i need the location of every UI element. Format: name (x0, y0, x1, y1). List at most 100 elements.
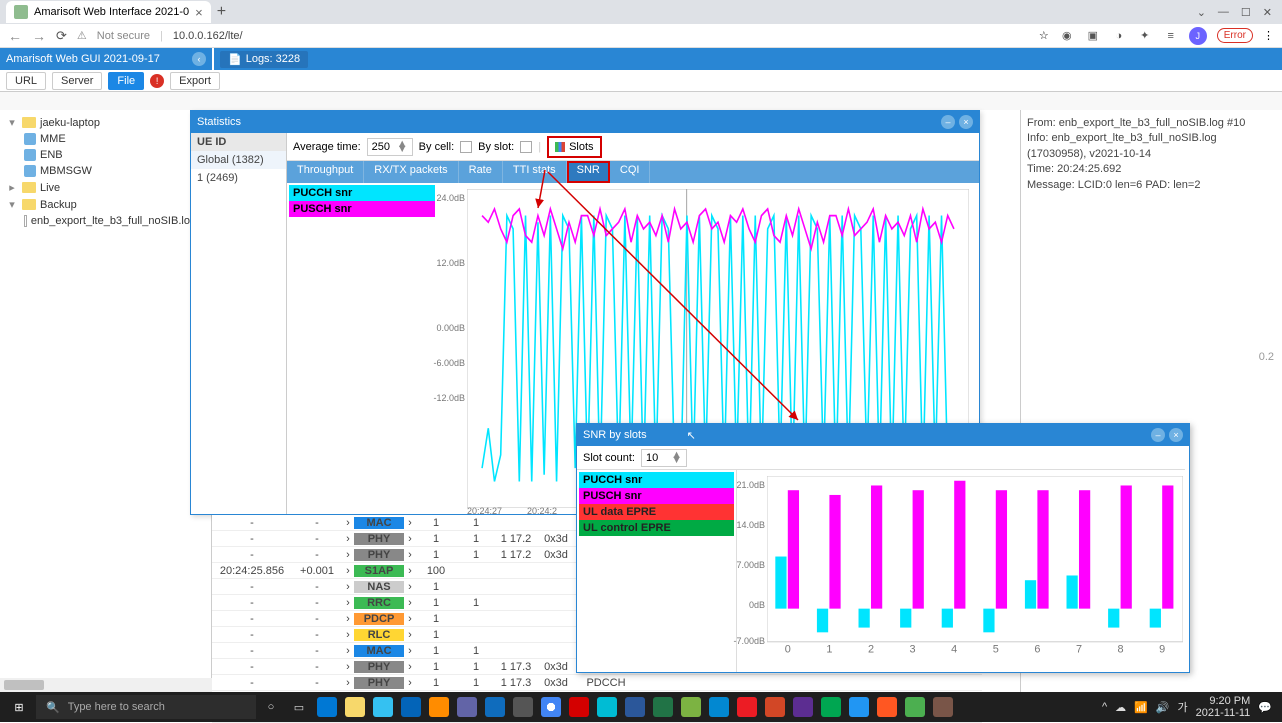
legend-pusch[interactable]: PUSCH snr (289, 201, 435, 217)
teams-icon[interactable] (454, 694, 480, 720)
app-icon[interactable] (678, 694, 704, 720)
expand-icon[interactable]: ▸ (6, 181, 18, 194)
app-icon[interactable] (818, 694, 844, 720)
extensions-icon[interactable]: ✦ (1137, 28, 1153, 44)
tab-close-icon[interactable]: × (195, 5, 203, 20)
taskbar-search[interactable]: 🔍 Type here to search (36, 695, 256, 719)
minimize-window-icon[interactable]: – (941, 115, 955, 129)
clock[interactable]: 9:20 PM 2021-11-11 (1196, 695, 1251, 719)
close-window-icon[interactable]: × (1169, 428, 1183, 442)
explorer-icon[interactable] (342, 694, 368, 720)
app-icon[interactable] (510, 694, 536, 720)
legend-ulctrl[interactable]: UL control EPRE (579, 520, 734, 536)
back-button[interactable]: ← (8, 28, 22, 44)
word-icon[interactable] (622, 694, 648, 720)
acrobat-icon[interactable] (734, 694, 760, 720)
cortana-icon[interactable]: ○ (258, 694, 284, 720)
ue-row[interactable]: Global (1382) (191, 151, 286, 169)
powerpoint-icon[interactable] (762, 694, 788, 720)
legend-pucch[interactable]: PUCCH snr (579, 472, 734, 488)
wifi-icon[interactable]: 📶 (1134, 701, 1148, 714)
scrollbar-thumb[interactable] (4, 680, 44, 690)
browser-tab[interactable]: Amarisoft Web Interface 2021-0 × (6, 1, 211, 23)
tab-cqi[interactable]: CQI (610, 161, 651, 183)
logs-button[interactable]: 📄 Logs: 3228 (220, 51, 308, 68)
notifications-icon[interactable]: 💬 (1258, 701, 1272, 714)
alert-icon[interactable]: ! (150, 74, 164, 88)
app-icon[interactable] (930, 694, 956, 720)
mail-icon[interactable] (482, 694, 508, 720)
onedrive-icon[interactable] (398, 694, 424, 720)
sidebar-h-scrollbar[interactable] (0, 678, 212, 692)
edge-icon[interactable] (370, 694, 396, 720)
spinner-arrows-icon[interactable]: ▲▼ (671, 453, 682, 463)
url-button[interactable]: URL (6, 72, 46, 90)
tab-snr[interactable]: SNR (567, 161, 610, 183)
spinner-arrows-icon[interactable]: ▲▼ (397, 142, 408, 152)
slots-button[interactable]: Slots (547, 136, 601, 158)
filezilla-icon[interactable] (566, 694, 592, 720)
ue-row[interactable]: 1 (2469) (191, 169, 286, 187)
error-badge[interactable]: Error (1217, 28, 1253, 43)
profile-avatar[interactable]: J (1189, 27, 1207, 45)
server-button[interactable]: Server (52, 72, 102, 90)
lock-icon[interactable]: ⚠ (77, 29, 87, 42)
tree-node-backup[interactable]: ▾ Backup (0, 196, 211, 213)
tree-node-logfile[interactable]: enb_export_lte_b3_full_noSIB.log (0, 213, 211, 229)
tab-rxtx[interactable]: RX/TX packets (364, 161, 458, 183)
legend-uldata[interactable]: UL data EPRE (579, 504, 734, 520)
export-button[interactable]: Export (170, 72, 220, 90)
collapse-icon[interactable]: ▾ (6, 198, 18, 211)
by-slot-checkbox[interactable] (520, 141, 532, 153)
extension-icon[interactable]: ◑ (1111, 28, 1127, 44)
legend-pucch[interactable]: PUCCH snr (289, 185, 435, 201)
app-icon[interactable] (790, 694, 816, 720)
close-icon[interactable]: ✕ (1263, 6, 1272, 19)
by-cell-checkbox[interactable] (460, 141, 472, 153)
app-icon[interactable] (314, 694, 340, 720)
new-tab-button[interactable]: + (217, 3, 226, 21)
collapse-icon[interactable]: ▾ (6, 116, 18, 129)
app-icon[interactable] (846, 694, 872, 720)
reload-button[interactable]: ⟳ (56, 28, 67, 44)
reading-list-icon[interactable]: ≡ (1163, 28, 1179, 44)
slot-count-input[interactable]: 10 ▲▼ (641, 449, 687, 467)
tab-tti[interactable]: TTI stats (503, 161, 567, 183)
window-titlebar[interactable]: SNR by slots ↖ – × (577, 424, 1189, 446)
file-button[interactable]: File (108, 72, 144, 90)
excel-icon[interactable] (650, 694, 676, 720)
tree-node-live[interactable]: ▸ Live (0, 179, 211, 196)
snip-icon[interactable] (426, 694, 452, 720)
app-icon[interactable] (594, 694, 620, 720)
tree-node-root[interactable]: ▾ jaeku-laptop (0, 114, 211, 131)
legend-pusch[interactable]: PUSCH snr (579, 488, 734, 504)
minimize-icon[interactable]: — (1218, 6, 1229, 19)
extension-icon[interactable]: ◉ (1059, 28, 1075, 44)
app-icon[interactable] (874, 694, 900, 720)
extension-icon[interactable]: ▣ (1085, 28, 1101, 44)
task-view-icon[interactable]: ▭ (286, 694, 312, 720)
close-window-icon[interactable]: × (959, 115, 973, 129)
chrome-icon[interactable] (538, 694, 564, 720)
tab-throughput[interactable]: Throughput (287, 161, 364, 183)
app-icon[interactable] (902, 694, 928, 720)
maximize-icon[interactable]: ☐ (1241, 6, 1251, 19)
language-icon[interactable]: 가 (1178, 699, 1188, 715)
log-row[interactable]: --›PHY›111 17.30x3dPDCCH (212, 675, 982, 691)
volume-icon[interactable]: 🔊 (1156, 701, 1170, 714)
start-button[interactable]: ⊞ (4, 694, 34, 720)
avg-time-input[interactable]: 250 ▲▼ (367, 138, 413, 156)
chevron-down-icon[interactable]: ⌄ (1197, 6, 1206, 19)
tree-node[interactable]: MME (0, 131, 211, 147)
window-titlebar[interactable]: Statistics – × (191, 111, 979, 133)
tree-node[interactable]: MBMSGW (0, 163, 211, 179)
menu-icon[interactable]: ⋮ (1263, 29, 1274, 42)
tree-node[interactable]: ENB (0, 147, 211, 163)
tray-expand-icon[interactable]: ^ (1102, 701, 1107, 713)
address-bar[interactable]: 10.0.0.162/lte/ (173, 30, 243, 42)
snr-bar-chart[interactable]: 0123456789 21.0dB 14.0dB 7.00dB 0dB -7.0… (737, 470, 1189, 672)
minimize-window-icon[interactable]: – (1151, 428, 1165, 442)
collapse-sidebar-icon[interactable]: ‹ (192, 52, 206, 66)
tab-rate[interactable]: Rate (459, 161, 503, 183)
cloud-icon[interactable]: ☁ (1115, 701, 1126, 714)
